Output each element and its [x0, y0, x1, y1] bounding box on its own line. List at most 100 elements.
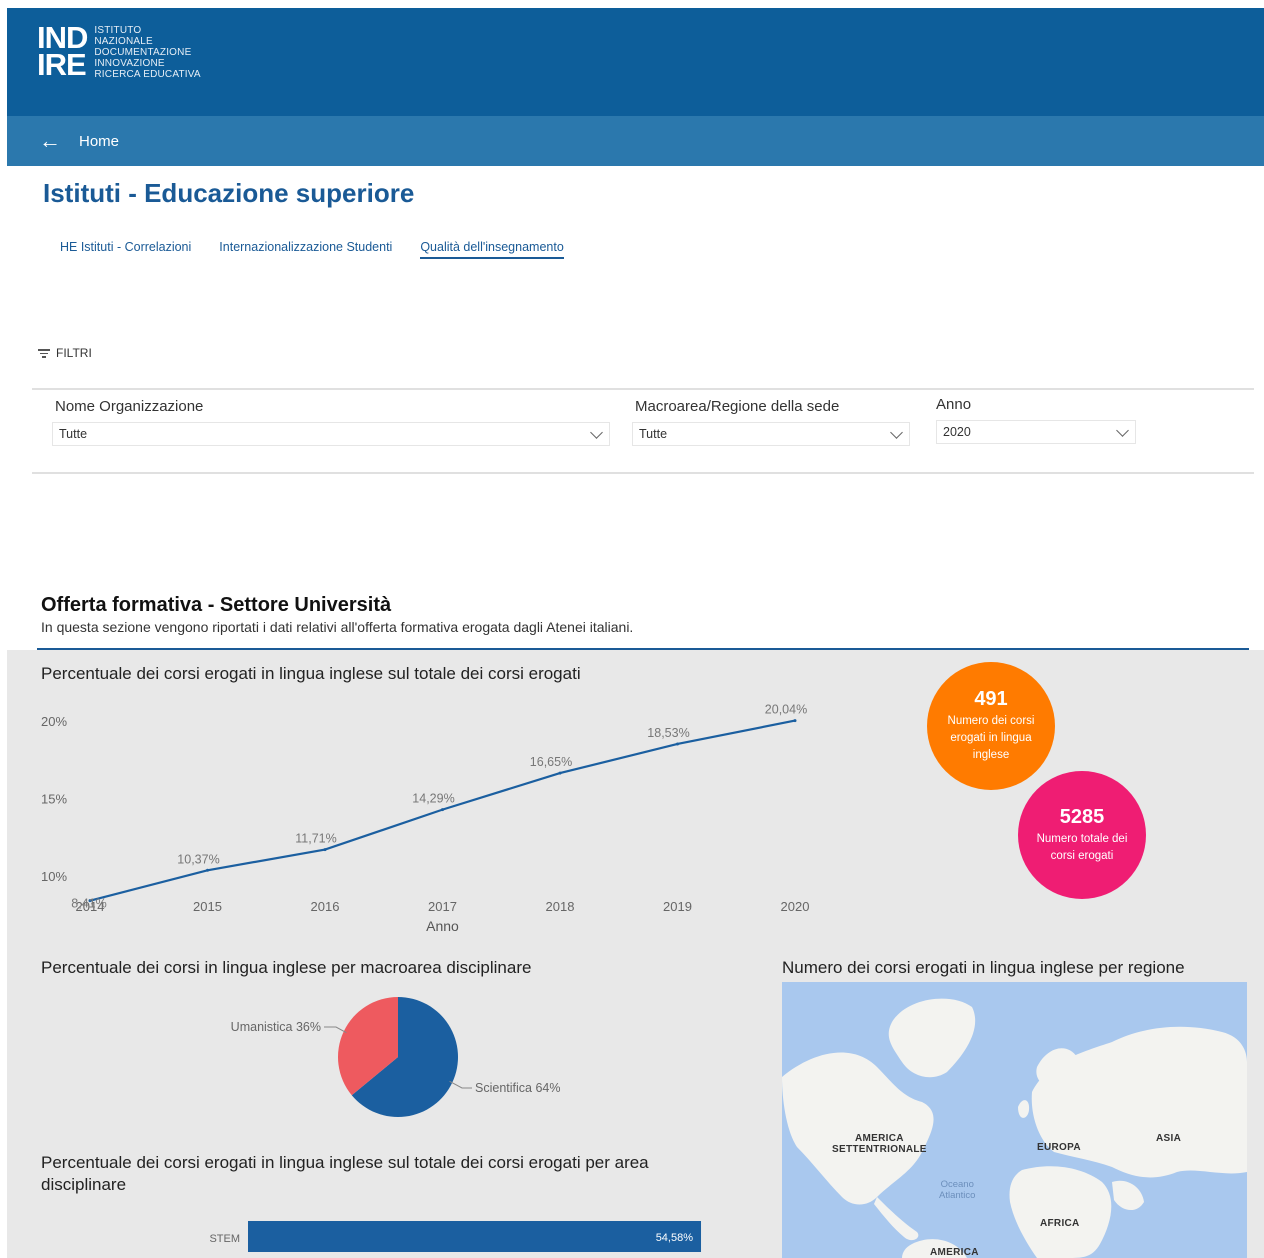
pie-leader-line — [449, 1080, 472, 1089]
data-label: 10,37% — [177, 852, 219, 866]
data-point — [441, 808, 444, 812]
map-land — [782, 998, 1247, 1258]
pie-chart: Scientifica 64% Umanistica 36% — [231, 997, 560, 1117]
logo-mark-bottom: IRE — [37, 47, 87, 82]
regione-select[interactable]: Tutte — [632, 422, 910, 446]
region-map[interactable]: AMERICA SETTENTRIONALE EUROPA ASIA AFRIC… — [782, 982, 1247, 1258]
anno-select[interactable]: 2020 — [936, 420, 1136, 444]
map-label-europe: EUROPA — [1037, 1142, 1081, 1153]
map-label-north-america: AMERICA SETTENTRIONALE — [832, 1133, 927, 1155]
chevron-down-icon — [1116, 424, 1129, 437]
data-label: 18,53% — [647, 726, 689, 740]
report-tabs: HE Istituti - Correlazioni Internazional… — [60, 240, 564, 259]
data-label: 20,04% — [765, 703, 807, 717]
pie-chart-title: Percentuale dei corsi in lingua inglese … — [41, 958, 532, 977]
pie-leader-line — [324, 1026, 347, 1034]
filter-panel: Nome Organizzazione Tutte Macroarea/Regi… — [32, 388, 1254, 474]
bar-chart: STEM 54,58% — [209, 1221, 702, 1252]
data-point — [793, 719, 797, 723]
data-label: 14,29% — [412, 792, 454, 806]
filter-regione: Macroarea/Regione della sede Tutte — [632, 398, 910, 446]
line-chart: 10%15%20%2014 2015 2016 2017 2018 2019 2020Ann… — [41, 703, 810, 934]
data-label: 11,71% — [295, 832, 336, 846]
anno-select-value: 2020 — [943, 425, 971, 439]
x-tick-label: 2016 — [311, 899, 340, 914]
map-label-line: AMERICA — [855, 1133, 904, 1144]
filters-toggle-label: FILTRI — [56, 346, 92, 360]
kpi-label-line: erogati in lingua — [950, 732, 1032, 744]
kpi-label-line: inglese — [972, 749, 1010, 761]
x-axis-label: Anno — [426, 918, 459, 934]
chevron-down-icon — [890, 426, 903, 439]
tab-internazionalizzazione[interactable]: Internazionalizzazione Studenti — [219, 240, 392, 259]
x-tick-label: 2017 — [428, 899, 457, 914]
logo-line: NAZIONALE — [94, 36, 153, 47]
logo-line: DOCUMENTAZIONE — [94, 47, 192, 58]
logo-line: INNOVAZIONE — [94, 58, 165, 69]
kpi-english-courses-value: 491 — [974, 688, 1008, 710]
map-label-south-america: AMERICA — [930, 1247, 979, 1258]
kpi-label-line: corsi erogati — [1050, 849, 1114, 862]
section-description: In questa sezione vengono riportati i da… — [41, 619, 634, 635]
filters-toggle[interactable]: FILTRI — [38, 346, 92, 360]
map-title: Numero dei corsi erogati in lingua ingle… — [782, 958, 1185, 977]
logo-line: ISTITUTO — [94, 25, 142, 36]
greenland-shape — [888, 998, 976, 1078]
arabia-shape — [1112, 1180, 1144, 1211]
x-tick-label: 2019 — [663, 899, 692, 914]
map-label-asia: ASIA — [1156, 1133, 1182, 1144]
data-point — [558, 771, 562, 775]
section-title: Offerta formativa - Settore Università — [41, 594, 392, 616]
map-label-africa: AFRICA — [1040, 1218, 1080, 1229]
data-point — [206, 868, 209, 872]
uk-shape — [1018, 1100, 1030, 1118]
tab-he-istituti[interactable]: HE Istituti - Correlazioni — [60, 240, 191, 259]
x-tick-label: 2015 — [193, 899, 222, 914]
data-point — [323, 848, 327, 852]
kpi-english-courses: 491 Numero dei corsi erogati in lingua i… — [927, 662, 1055, 790]
pie-label: Umanistica 36% — [231, 1020, 321, 1034]
filter-anno: Anno 2020 — [936, 396, 1136, 444]
tab-qualita-insegnamento[interactable]: Qualità dell'insegnamento — [420, 240, 564, 259]
kpi-label-line: Numero dei corsi — [947, 715, 1035, 727]
kpi-total-courses-value: 5285 — [1059, 805, 1105, 828]
bar-chart-title: Percentuale dei corsi erogati in lingua … — [41, 1153, 649, 1194]
pie-label: Scientifica 64% — [475, 1081, 560, 1095]
x-tick-label: 2018 — [546, 899, 575, 914]
africa-shape — [1009, 1166, 1112, 1258]
data-point — [676, 742, 679, 746]
data-label: 8,41% — [71, 897, 106, 911]
y-tick-label: 15% — [41, 792, 67, 807]
bar-category-label: STEM — [209, 1233, 240, 1245]
kpi-english-courses-label: Numero dei corsi erogati in lingua ingle… — [948, 713, 1035, 764]
chevron-down-icon — [590, 426, 603, 439]
back-arrow-icon[interactable]: ← — [39, 130, 61, 152]
organizzazione-select-value: Tutte — [59, 427, 88, 441]
filter-anno-label: Anno — [936, 396, 972, 413]
logo-text: ISTITUTO NAZIONALE DOCUMENTAZIONE INNOVA… — [94, 25, 200, 80]
kpi-total-courses-label: Numero totale dei corsi erogati — [1037, 831, 1128, 865]
map-ocean-line: Oceano — [940, 1179, 974, 1190]
logo-line: RICERCA EDUCATIVA — [94, 69, 201, 80]
filter-organizzazione-label: Nome Organizzazione — [55, 398, 204, 415]
home-link[interactable]: Home — [79, 133, 119, 150]
kpi-label-line: Numero totale dei — [1036, 832, 1128, 845]
logo-mark: IND IRE — [37, 22, 88, 82]
page-title: Istituti - Educazione superiore — [43, 178, 415, 208]
indire-logo[interactable]: IND IRE ISTITUTO NAZIONALE DOCUMENTAZION… — [37, 22, 201, 82]
bar-data-label: 54,58% — [656, 1232, 694, 1244]
map-ocean-line: Atlantico — [939, 1190, 976, 1201]
bar — [248, 1221, 702, 1252]
regione-select-value: Tutte — [639, 427, 668, 441]
data-label: 16,65% — [530, 755, 572, 769]
x-tick-label: 2020 — [781, 899, 810, 914]
nav-bar: ← Home — [7, 116, 1264, 166]
north-america-shape — [782, 1052, 934, 1205]
map-label-ocean: Oceano Atlantico — [939, 1179, 975, 1201]
y-tick-label: 10% — [41, 869, 67, 884]
top-header: IND IRE ISTITUTO NAZIONALE DOCUMENTAZION… — [7, 8, 1264, 116]
organizzazione-select[interactable]: Tutte — [52, 422, 610, 446]
central-america-shape — [874, 1197, 919, 1241]
y-tick-label: 20% — [41, 714, 67, 729]
kpi-total-courses: 5285 Numero totale dei corsi erogati — [1018, 771, 1146, 899]
